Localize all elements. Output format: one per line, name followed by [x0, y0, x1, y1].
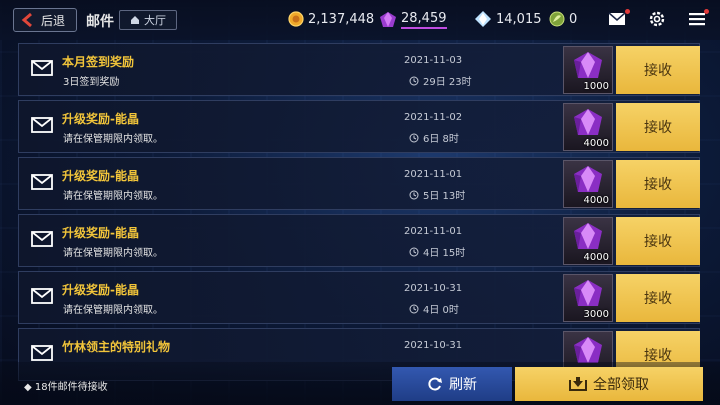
refresh-label: 刷新: [449, 377, 477, 393]
mail-row: 升级奖励-能晶 请在保管期限内领取。 2021-11-01 4日 15时 400…: [18, 214, 700, 267]
lobby-button[interactable]: 大厅: [119, 10, 177, 30]
gem-counter: 28,459: [379, 11, 447, 29]
reward-quantity: 1000: [583, 81, 609, 92]
back-button[interactable]: 后退: [13, 8, 77, 32]
diamond-value: 14,015: [496, 11, 542, 27]
back-label: 后退: [41, 13, 66, 28]
pending-text: 18件邮件待接收: [34, 382, 108, 393]
mail-description: 3日签到奖励: [63, 77, 120, 88]
leaf-value: 0: [569, 11, 578, 27]
claim-all-button[interactable]: 全部领取: [515, 367, 703, 401]
mail-row: 升级奖励-能晶 请在保管期限内领取。 2021-11-02 6日 8时 4000…: [18, 100, 700, 153]
gem-value: 28,459: [401, 11, 447, 29]
purple-crystal-icon: [574, 52, 602, 78]
leaf-counter: 0: [549, 11, 577, 27]
mail-description: 请在保管期限内领取。: [63, 248, 163, 259]
claim-all-label: 全部领取: [593, 377, 649, 393]
reward-quantity: 3000: [583, 309, 609, 320]
mail-description: 请在保管期限内领取。: [63, 134, 163, 145]
mail-date: 2021-11-02: [404, 112, 463, 123]
mail-remaining: 6日 8时: [409, 130, 459, 145]
home-icon: [131, 16, 139, 24]
remaining-time: 4日 15时: [423, 248, 466, 259]
page-title: 邮件: [86, 14, 114, 30]
envelope-icon: [31, 288, 53, 304]
claim-button[interactable]: 接收: [616, 103, 700, 151]
purple-crystal-icon: [574, 223, 602, 249]
claim-button[interactable]: 接收: [616, 274, 700, 322]
top-bar: 后退 邮件 大厅 2,137,448 28,459 14,015 0: [0, 0, 720, 40]
gold-coin-icon: [288, 11, 304, 27]
mail-row: 本月签到奖励 3日签到奖励 2021-11-03 29日 23时 1000 接收: [18, 43, 700, 96]
reward-quantity: 4000: [583, 252, 609, 263]
clock-icon: [409, 190, 419, 199]
leaf-coin-icon: [549, 11, 565, 27]
mail-description: 请在保管期限内领取。: [63, 305, 163, 316]
reward-item[interactable]: 4000: [563, 103, 613, 151]
reward-item[interactable]: 4000: [563, 217, 613, 265]
reward-item[interactable]: 3000: [563, 274, 613, 322]
mail-title: 升级奖励-能晶: [62, 226, 139, 240]
mail-date: 2021-11-01: [404, 226, 463, 237]
mail-title: 升级奖励-能晶: [62, 112, 139, 126]
mail-remaining: 29日 23时: [409, 73, 472, 88]
envelope-icon: [31, 231, 53, 247]
mail-date: 2021-10-31: [404, 340, 463, 351]
clock-icon: [409, 304, 419, 313]
envelope-icon: [31, 174, 53, 190]
menu-icon: [689, 13, 705, 26]
gear-icon: [649, 11, 665, 27]
clock-icon: [409, 133, 419, 142]
notification-dot: [625, 9, 630, 14]
lobby-label: 大厅: [144, 14, 166, 27]
envelope-icon: [31, 117, 53, 133]
claim-all-icon: [569, 377, 587, 391]
claim-button[interactable]: 接收: [616, 217, 700, 265]
remaining-time: 4日 0时: [423, 305, 459, 316]
mail-remaining: 5日 13时: [409, 187, 465, 202]
refresh-icon: [428, 377, 442, 391]
envelope-icon: [31, 60, 53, 76]
reward-quantity: 4000: [583, 195, 609, 206]
gold-counter: 2,137,448: [288, 11, 374, 27]
mail-title: 竹林领主的特别礼物: [62, 340, 171, 354]
clock-icon: [409, 76, 419, 85]
remaining-time: 6日 8时: [423, 134, 459, 145]
mail-title: 本月签到奖励: [62, 55, 135, 69]
purple-crystal-icon: [574, 166, 602, 192]
clock-icon: [409, 247, 419, 256]
purple-crystal-icon: [574, 280, 602, 306]
refresh-button[interactable]: 刷新: [392, 367, 512, 401]
settings-button[interactable]: [649, 11, 665, 31]
mail-icon: [608, 12, 626, 25]
reward-item[interactable]: 1000: [563, 46, 613, 94]
mail-date: 2021-10-31: [404, 283, 463, 294]
mail-remaining: 4日 15时: [409, 244, 465, 259]
reward-quantity: 4000: [583, 138, 609, 149]
mail-row: 升级奖励-能晶 请在保管期限内领取。 2021-11-01 5日 13时 400…: [18, 157, 700, 210]
back-arrow-icon: [21, 12, 32, 28]
mail-date: 2021-11-03: [404, 55, 463, 66]
reward-item[interactable]: 4000: [563, 160, 613, 208]
mail-row: 升级奖励-能晶 请在保管期限内领取。 2021-10-31 4日 0时 3000…: [18, 271, 700, 324]
purple-crystal-icon: [574, 109, 602, 135]
envelope-icon: [31, 345, 53, 361]
diamond-icon: [475, 11, 491, 27]
mail-title: 升级奖励-能晶: [62, 169, 139, 183]
gold-value: 2,137,448: [308, 11, 375, 27]
mail-title: 升级奖励-能晶: [62, 283, 139, 297]
mail-date: 2021-11-01: [404, 169, 463, 180]
pending-count: ◆ 18件邮件待接收: [24, 382, 108, 393]
menu-button[interactable]: [688, 9, 709, 31]
claim-button[interactable]: 接收: [616, 160, 700, 208]
claim-button[interactable]: 接收: [616, 46, 700, 94]
notification-dot: [704, 9, 709, 14]
mail-button[interactable]: [608, 9, 630, 30]
remaining-time: 29日 23时: [423, 77, 472, 88]
purple-crystal-icon: [380, 12, 396, 27]
remaining-time: 5日 13时: [423, 191, 466, 202]
mail-remaining: 4日 0时: [409, 301, 459, 316]
diamond-counter: 14,015: [474, 11, 542, 27]
mail-description: 请在保管期限内领取。: [63, 191, 163, 202]
